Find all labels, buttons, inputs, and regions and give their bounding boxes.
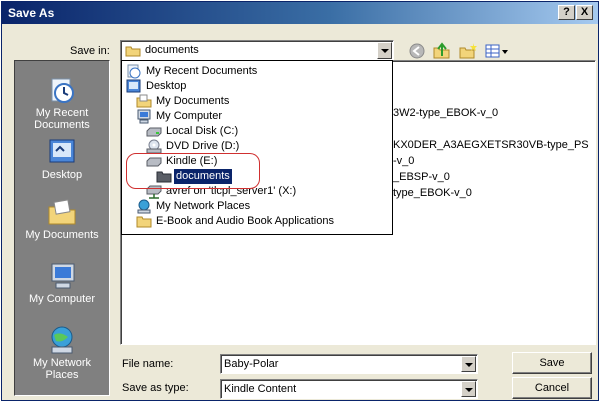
close-button[interactable]: X [576,5,593,20]
desktop-icon [49,139,75,163]
save-as-dialog: Save As ? X Save in: documents My Recent… [1,1,599,401]
cancel-button[interactable]: Cancel [512,377,592,399]
window-title: Save As [8,6,55,20]
file-item[interactable]: type_EBOK-v_0 [393,187,472,199]
file-name-field[interactable]: Baby-Polar [220,354,478,374]
view-menu-icon[interactable] [484,42,510,60]
dropdown-label: My Recent Documents [146,65,258,77]
save-in-label: Save in: [70,45,110,57]
place-label-recent: My Recent Documents [34,107,90,131]
place-my-documents[interactable]: My Documents [15,197,109,241]
save-as-type-dropdown-button[interactable] [461,381,476,397]
save-as-type-select[interactable]: Kindle Content [220,379,478,399]
save-as-type-value: Kindle Content [224,383,297,395]
file-item[interactable]: _EBSP-v_0 [393,171,450,183]
dropdown-label: My Computer [156,110,223,122]
place-label-desktop: Desktop [41,169,83,181]
place-my-computer[interactable]: My Computer [15,261,109,305]
dropdown-label: DVD Drive (D:) [166,140,240,152]
save-as-type-label: Save as type: [122,382,189,394]
network-places-icon [51,326,73,354]
file-item[interactable]: KX0DER_A3AEGXETSR30VB-type_PS [393,139,589,151]
help-button[interactable]: ? [558,5,575,20]
dropdown-label: My Network Places [156,200,251,212]
recent-documents-icon [51,78,74,103]
title-bar[interactable]: Save As ? X [2,2,598,24]
back-icon[interactable] [408,42,428,60]
network-places-icon [137,199,151,214]
file-item[interactable]: 3W2-type_EBOK-v_0 [393,107,498,119]
save-in-dropdown-list[interactable]: My Recent Documents Desktop My Documents… [121,60,393,235]
desktop-icon [126,79,141,93]
file-name-label: File name: [122,358,174,370]
file-name-dropdown-button[interactable] [461,356,476,372]
my-documents-icon [136,94,152,108]
up-folder-icon[interactable] [432,42,452,60]
dvd-drive-icon [146,139,162,154]
file-name-value: Baby-Polar [224,358,279,370]
file-item[interactable]: -v_0 [393,155,414,167]
dropdown-label: My Documents [156,95,230,107]
place-label-my-documents: My Documents [25,229,99,241]
dropdown-label: E-Book and Audio Book Applications [156,215,334,227]
places-bar: My Recent Documents Desktop My Documents [14,60,110,396]
annotation-circle [126,153,260,189]
save-in-dropdown-button[interactable] [377,42,392,59]
save-in-value: documents [145,44,199,56]
folder-icon [136,216,152,228]
my-documents-icon [48,199,76,225]
save-in-combo[interactable]: documents [120,40,394,61]
new-folder-icon[interactable] [458,42,478,60]
save-button[interactable]: Save [512,352,592,374]
place-label-my-computer: My Computer [28,293,96,305]
dropdown-label: Desktop [146,80,187,92]
place-network-places[interactable]: My Network Places [15,325,109,381]
place-desktop[interactable]: Desktop [15,137,109,181]
dropdown-label: Local Disk (C:) [166,125,239,137]
my-computer-icon [137,109,151,124]
folder-icon [125,46,141,57]
place-recent-documents[interactable]: My Recent Documents [15,75,109,131]
hard-disk-icon [146,127,162,137]
place-label-network: My Network Places [32,357,92,381]
my-computer-icon [51,263,75,289]
recent-documents-icon [127,64,141,79]
